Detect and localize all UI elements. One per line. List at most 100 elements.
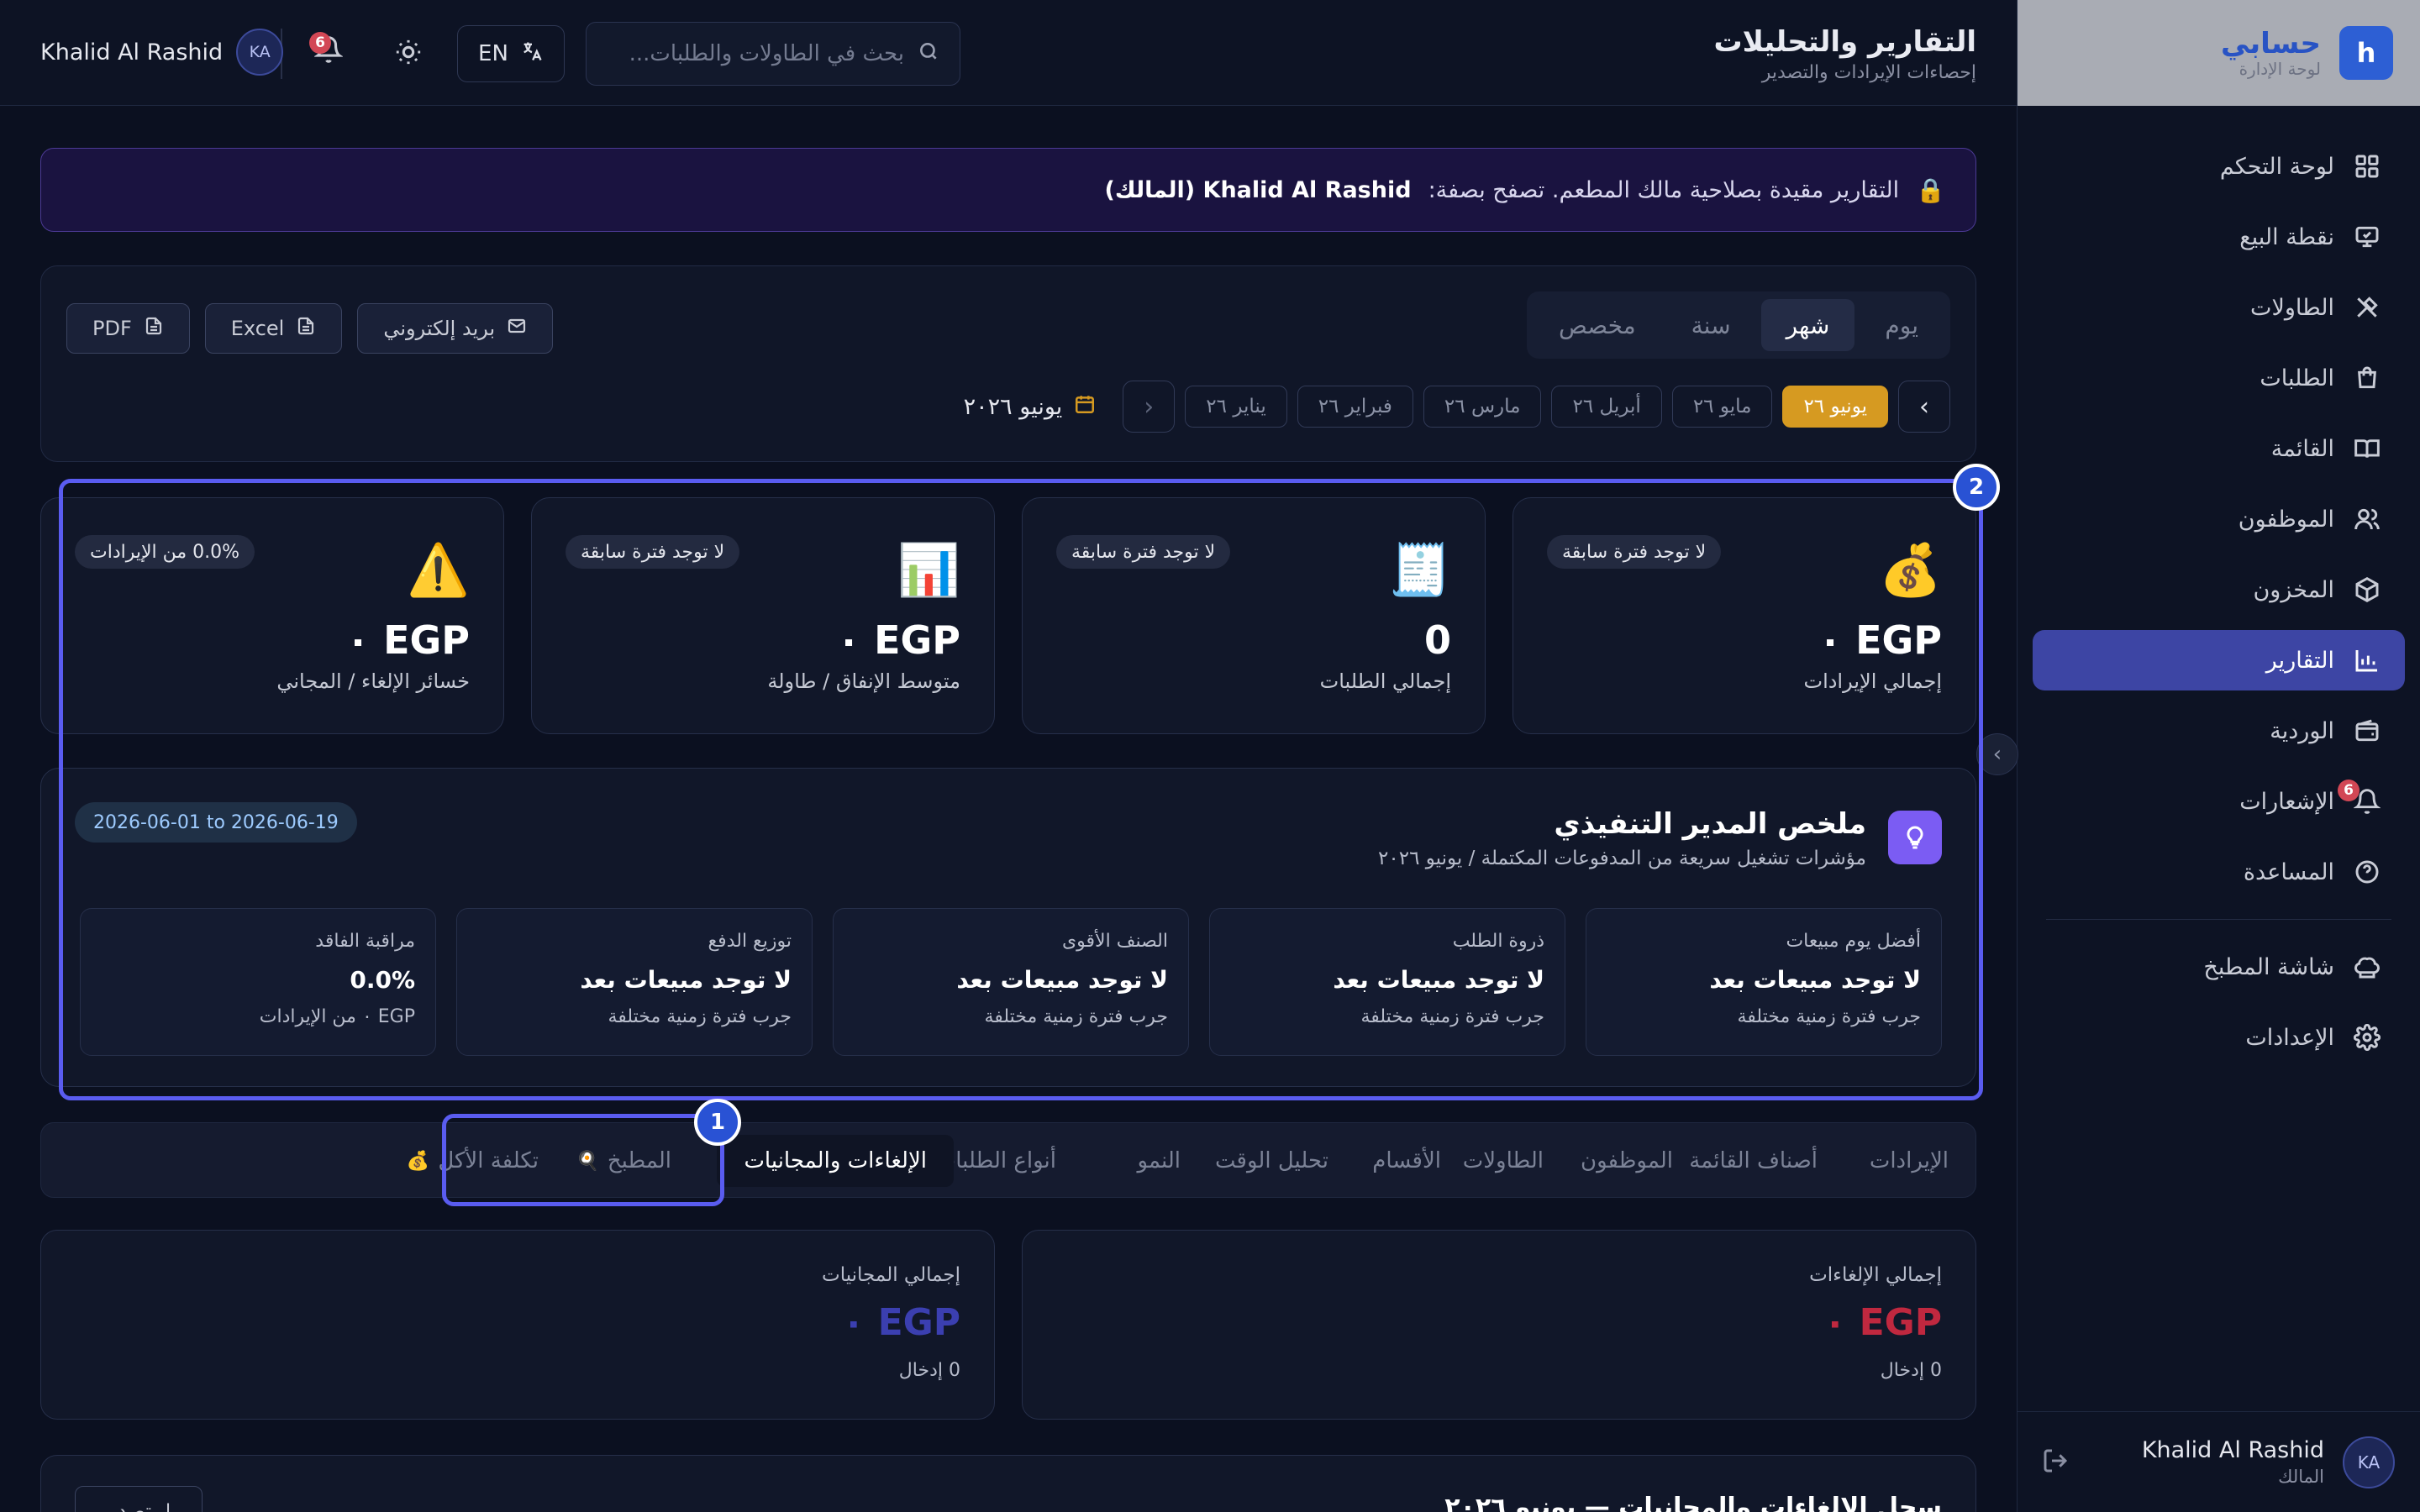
email-export-button[interactable]: بريد إلكتروني <box>357 303 554 354</box>
search-placeholder: بحث في الطاولات والطلبات... <box>629 41 904 66</box>
permission-alert: 🔒 التقارير مقيدة بصلاحية مالك المطعم. تص… <box>40 148 1976 232</box>
month-chip[interactable]: يونيو ٢٦ <box>1782 386 1888 428</box>
exec-metric-card: الصنف الأقوى لا توجد مبيعات بعد جرب فترة ز… <box>833 908 1189 1056</box>
kpi-cards: 💰 لا توجد فترة سابقة EGP ٠ إجمالي الإيرادات… <box>40 497 1976 734</box>
sidebar-item-label: القائمة <box>2270 435 2334 462</box>
report-tab[interactable]: الإلغاءات والمجانيات <box>717 1135 954 1187</box>
excel-export-button[interactable]: Excel <box>204 303 343 354</box>
kpi-change-badge: لا توجد فترة سابقة <box>1547 535 1722 569</box>
avatar: KA <box>236 29 284 76</box>
exec-metric-value: لا توجد مبيعات بعد <box>1333 966 1544 994</box>
exec-summary-subtitle: مؤشرات تشغيل سريعة من المدفوعات المكتملة… <box>1378 848 1866 869</box>
logout-icon[interactable] <box>2042 1447 2069 1478</box>
user-menu[interactable]: Khalid Al Rashid KA <box>40 29 284 76</box>
sidebar-item[interactable]: المخزون <box>2033 559 2405 620</box>
sidebar: h حسابي لوحة الإدارة لوحة التحكم نقطة الب… <box>2017 0 2420 1512</box>
kpi-emoji-icon: 🧾 <box>1388 541 1451 600</box>
exec-metric-sub: EGP ٠ من الإيرادات <box>259 1006 415 1027</box>
notifications-bell-icon[interactable]: 6 <box>309 32 344 69</box>
exec-metric-sub: جرب فترة زمنية مختلفة <box>1737 1006 1921 1027</box>
month-chip[interactable]: أبريل ٢٦ <box>1551 386 1662 428</box>
report-tab-label: المطبخ <box>607 1148 671 1173</box>
cancellations-total-value: EGP ٠ <box>1823 1301 1942 1344</box>
sidebar-item-label: الإشعارات <box>2239 788 2334 815</box>
period-tab[interactable]: مخصص <box>1534 299 1661 351</box>
sidebar-header: h حسابي لوحة الإدارة <box>2018 0 2420 106</box>
pdf-export-button[interactable]: PDF <box>66 303 190 354</box>
exec-metric-value: لا توجد مبيعات بعد <box>956 966 1168 994</box>
search-icon <box>918 40 939 68</box>
period-tab[interactable]: شهر <box>1760 299 1855 351</box>
sidebar-collapse-button[interactable]: › <box>1976 733 2018 775</box>
report-tab[interactable]: تكلفة الأكل 💰 <box>407 1135 539 1187</box>
log-title: سجل الإلغاءات والمجانيات — يونيو ٢٠٢٦ <box>1444 1493 1942 1512</box>
report-tab[interactable]: أصناف القائمة <box>1689 1135 1818 1187</box>
sidebar-item[interactable]: المساعدة <box>2033 842 2405 902</box>
next-month-button[interactable]: ‹ <box>1123 381 1176 433</box>
shopping-bag-icon <box>2353 364 2381 392</box>
period-tab[interactable]: سنة <box>1666 299 1756 351</box>
sidebar-item[interactable]: الوردية <box>2033 701 2405 761</box>
sidebar-item[interactable]: الإشعارات 6 <box>2033 771 2405 832</box>
exec-metric-title: أفضل يوم مبيعات <box>1786 931 1921 952</box>
sidebar-item[interactable]: التقارير <box>2033 630 2405 690</box>
kpi-change-badge: لا توجد فترة سابقة <box>1056 535 1231 569</box>
month-chip[interactable]: مارس ٢٦ <box>1423 386 1542 428</box>
month-chip[interactable]: فبراير ٢٦ <box>1297 386 1413 428</box>
report-tab[interactable]: النمو <box>1138 1135 1181 1187</box>
log-export-label: تصدير <box>101 1499 152 1512</box>
report-tab[interactable]: الإيرادات <box>1870 1135 1949 1187</box>
prev-month-button[interactable]: › <box>1898 381 1950 433</box>
losses-kpi-card: ⚠️ 0.0% من الإيرادات EGP ٠ خسائر الإلغاء / … <box>40 497 504 734</box>
period-tab[interactable]: يوم <box>1860 299 1944 351</box>
exec-metric-card: ذروة الطلب لا توجد مبيعات بعد جرب فترة زمن… <box>1209 908 1565 1056</box>
report-tab[interactable]: الأقسام <box>1372 1135 1441 1187</box>
sidebar-item[interactable]: الطلبات <box>2033 348 2405 408</box>
sidebar-item[interactable]: الموظفون <box>2033 489 2405 549</box>
marker-2: 2 <box>1953 464 2000 511</box>
language-button[interactable]: EN <box>457 25 565 82</box>
top-bar: التقارير والتحليلات إحصاءات الإيرادات وا… <box>0 0 2017 106</box>
log-export-button[interactable]: ↓ تصدير <box>75 1486 203 1512</box>
sidebar-item[interactable]: نقطة البيع <box>2033 207 2405 267</box>
user-name: Khalid Al Rashid <box>2141 1437 2324 1463</box>
sidebar-item[interactable]: الطاولات <box>2033 277 2405 338</box>
sidebar-item[interactable]: لوحة التحكم <box>2033 136 2405 197</box>
cancellations-total-label: إجمالي الإلغاءات <box>1809 1264 1942 1286</box>
sidebar-item[interactable]: القائمة <box>2033 418 2405 479</box>
brand-name: حسابي <box>2220 27 2321 60</box>
report-tab-label: الموظفون <box>1581 1148 1673 1173</box>
alert-user: Khalid Al Rashid (المالك) <box>1104 176 1412 203</box>
pos-monitor-icon <box>2353 223 2381 251</box>
bar-chart-icon <box>2353 646 2381 675</box>
exec-metric-card: أفضل يوم مبيعات لا توجد مبيعات بعد جرب فتر… <box>1586 908 1942 1056</box>
report-tab[interactable]: الطاولات <box>1463 1135 1544 1187</box>
orders-kpi-card: 🧾 لا توجد فترة سابقة 0 إجمالي الطلبات <box>1022 497 1486 734</box>
kpi-value: 0 <box>1423 617 1451 663</box>
file-icon <box>296 316 316 341</box>
report-tab-label: أصناف القائمة <box>1689 1148 1818 1173</box>
kpi-label: إجمالي الإيرادات <box>1803 669 1942 693</box>
sidebar-item[interactable]: شاشة المطبخ <box>2033 937 2405 997</box>
search-input[interactable]: بحث في الطاولات والطلبات... <box>586 22 960 86</box>
translate-icon <box>520 39 544 69</box>
sidebar-item-label: الطلبات <box>2260 365 2334 391</box>
month-chip[interactable]: يناير ٢٦ <box>1185 386 1287 428</box>
app-logo[interactable]: h <box>2339 26 2393 80</box>
kpi-emoji-icon: ⚠️ <box>407 541 470 600</box>
sidebar-item[interactable]: الإعدادات <box>2033 1007 2405 1068</box>
report-tab-label: النمو <box>1137 1148 1181 1173</box>
month-chip[interactable]: مايو ٢٦ <box>1671 386 1773 428</box>
sidebar-item-label: الطاولات <box>2250 294 2334 321</box>
comps-total-label: إجمالي المجانيات <box>822 1264 960 1286</box>
email-export-label: بريد إلكتروني <box>383 317 496 340</box>
report-tab[interactable]: الموظفون <box>1581 1135 1673 1187</box>
kpi-label: متوسط الإنفاق / طاولة <box>767 669 960 693</box>
avatar[interactable]: KA <box>2343 1436 2395 1488</box>
file-icon <box>144 316 164 341</box>
report-tab[interactable]: المطبخ 🍳 <box>576 1135 671 1187</box>
theme-toggle-sun-icon[interactable] <box>392 35 425 69</box>
help-icon <box>2353 858 2381 886</box>
sidebar-item-label: شاشة المطبخ <box>2203 953 2334 980</box>
report-tab[interactable]: تحليل الوقت <box>1215 1135 1328 1187</box>
